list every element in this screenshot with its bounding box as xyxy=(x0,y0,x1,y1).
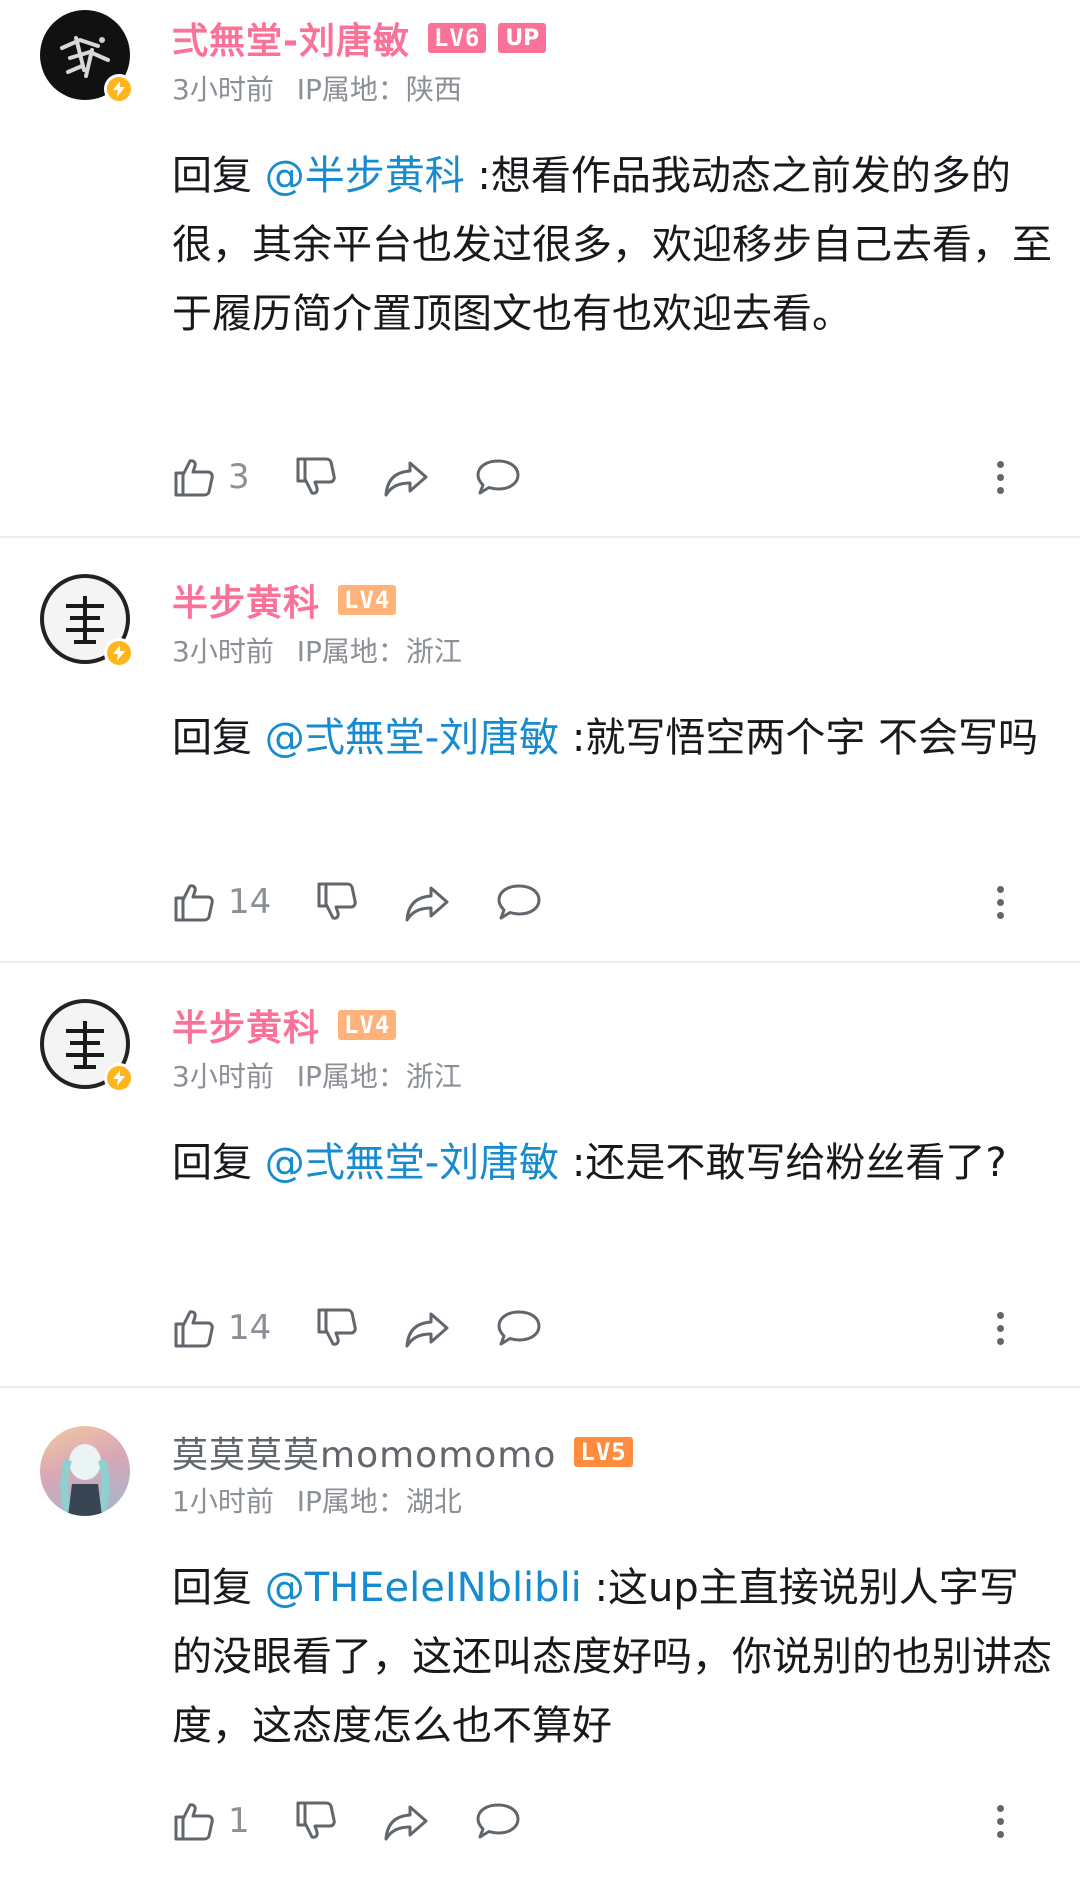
comment-body: :就写悟空两个字 不会写吗 xyxy=(559,715,1039,761)
reply-prefix: 回复 xyxy=(172,715,265,761)
thumbs-up-icon xyxy=(174,1803,214,1841)
name-row: 半步黄科 LV4 xyxy=(172,574,397,626)
action-bar: 1 xyxy=(172,1796,1040,1846)
comment-time: 3小时前 xyxy=(172,1060,274,1093)
comment-item: 半步黄科 LV4 3小时前 IP属地：浙江 回复 @弍無堂-刘唐敏 :就写悟空两… xyxy=(0,538,1080,963)
thumbs-down-icon xyxy=(296,457,336,495)
reply-button[interactable] xyxy=(495,880,543,924)
like-count: 3 xyxy=(228,457,250,497)
like-button[interactable]: 3 xyxy=(172,455,250,499)
name-row: 半步黄科 LV4 xyxy=(172,999,397,1051)
reply-button[interactable] xyxy=(495,1306,543,1350)
comment-meta: 3小时前 IP属地：浙江 xyxy=(172,630,476,670)
anime-character-avatar-icon xyxy=(60,1444,110,1516)
name-row: 弍無堂-刘唐敏 LV6 UP xyxy=(172,12,547,64)
share-icon xyxy=(405,886,449,922)
reply-prefix: 回复 xyxy=(172,1140,265,1186)
reply-prefix: 回复 xyxy=(172,1565,265,1611)
thumbs-down-icon xyxy=(317,882,358,920)
up-badge: UP xyxy=(498,23,547,53)
share-icon xyxy=(405,1312,449,1348)
action-bar: 3 xyxy=(172,452,1040,502)
comment-icon xyxy=(476,459,520,495)
action-bar: 14 xyxy=(172,877,1040,927)
more-vertical-icon[interactable] xyxy=(990,877,1010,927)
comment-meta: 3小时前 IP属地：陕西 xyxy=(172,68,476,108)
comment-icon xyxy=(497,1310,541,1346)
name-row: 莫莫莫莫momomomo LV5 xyxy=(172,1426,633,1478)
avatar[interactable] xyxy=(40,10,134,104)
comment-time: 3小时前 xyxy=(172,635,274,668)
thumbs-up-icon xyxy=(174,1310,214,1348)
thumbs-down-icon xyxy=(317,1308,358,1346)
dislike-button[interactable] xyxy=(294,1799,338,1843)
comment-text: 回复 @弍無堂-刘唐敏 :就写悟空两个字 不会写吗 xyxy=(172,704,1052,773)
avatar[interactable] xyxy=(40,574,134,668)
reply-prefix: 回复 xyxy=(172,153,265,199)
comment-time: 3小时前 xyxy=(172,73,274,106)
lightning-icon xyxy=(104,74,134,104)
level-badge: LV4 xyxy=(338,1010,397,1040)
comment-text: 回复 @半步黄科 :想看作品我动态之前发的多的很，其余平台也发过很多，欢迎移步自… xyxy=(172,142,1052,349)
like-count: 14 xyxy=(228,1308,272,1348)
mention-link[interactable]: @半步黄科 xyxy=(265,153,465,199)
action-bar: 14 xyxy=(172,1303,1040,1353)
like-button[interactable]: 14 xyxy=(172,880,271,924)
share-button[interactable] xyxy=(382,455,430,499)
thumbs-up-icon xyxy=(174,884,214,922)
comment-item: 半步黄科 LV4 3小时前 IP属地：浙江 回复 @弍無堂-刘唐敏 :还是不敢写… xyxy=(0,963,1080,1388)
username[interactable]: 半步黄科 xyxy=(172,574,320,626)
like-button[interactable]: 1 xyxy=(172,1799,250,1843)
comment-body: :还是不敢写给粉丝看了? xyxy=(559,1140,1007,1186)
like-button[interactable]: 14 xyxy=(172,1306,271,1350)
ip-location: IP属地：陕西 xyxy=(296,73,462,106)
comment-text: 回复 @THEeleINblibli :这up主直接说别人字写的没眼看了，这还叫… xyxy=(172,1554,1052,1761)
thumbs-up-icon xyxy=(174,459,214,497)
username[interactable]: 弍無堂-刘唐敏 xyxy=(172,12,410,64)
comment-icon xyxy=(476,1803,520,1839)
comment-item: 弍無堂-刘唐敏 LV6 UP 3小时前 IP属地：陕西 回复 @半步黄科 :想看… xyxy=(0,0,1080,538)
reply-button[interactable] xyxy=(474,1799,522,1843)
more-vertical-icon[interactable] xyxy=(990,1303,1010,1353)
avatar[interactable] xyxy=(40,1426,130,1516)
avatar[interactable] xyxy=(40,999,134,1093)
ip-location: IP属地：浙江 xyxy=(296,1060,462,1093)
share-button[interactable] xyxy=(382,1799,430,1843)
ip-location: IP属地：湖北 xyxy=(296,1485,462,1518)
lightning-icon xyxy=(104,1063,134,1093)
share-button[interactable] xyxy=(403,1306,451,1350)
ip-location: IP属地：浙江 xyxy=(296,635,462,668)
level-badge: LV6 xyxy=(427,23,487,53)
mention-link[interactable]: @弍無堂-刘唐敏 xyxy=(265,715,559,761)
share-icon xyxy=(384,461,428,497)
reply-button[interactable] xyxy=(474,455,522,499)
like-count: 1 xyxy=(228,1801,250,1841)
comment-meta: 3小时前 IP属地：浙江 xyxy=(172,1055,476,1095)
dislike-button[interactable] xyxy=(294,455,338,499)
mention-link[interactable]: @THEeleINblibli xyxy=(265,1565,582,1611)
comment-text: 回复 @弍無堂-刘唐敏 :还是不敢写给粉丝看了? xyxy=(172,1129,1052,1198)
mention-link[interactable]: @弍無堂-刘唐敏 xyxy=(265,1140,559,1186)
thumbs-down-icon xyxy=(296,1801,336,1839)
comment-time: 1小时前 xyxy=(172,1485,274,1518)
level-badge: LV4 xyxy=(338,585,397,615)
more-vertical-icon[interactable] xyxy=(990,452,1010,502)
username[interactable]: 莫莫莫莫momomomo xyxy=(172,1426,556,1478)
username[interactable]: 半步黄科 xyxy=(172,999,320,1051)
comment-meta: 1小时前 IP属地：湖北 xyxy=(172,1480,476,1520)
like-count: 14 xyxy=(228,882,272,922)
comment-icon xyxy=(497,884,541,920)
dislike-button[interactable] xyxy=(315,880,359,924)
more-vertical-icon[interactable] xyxy=(990,1796,1010,1846)
lightning-icon xyxy=(104,638,134,668)
level-badge: LV5 xyxy=(574,1437,633,1467)
avatar-image xyxy=(40,1426,130,1516)
share-icon xyxy=(384,1805,428,1841)
dislike-button[interactable] xyxy=(315,1306,359,1350)
comment-item: 莫莫莫莫momomomo LV5 1小时前 IP属地：湖北 回复 @THEele… xyxy=(0,1388,1080,1884)
share-button[interactable] xyxy=(403,880,451,924)
